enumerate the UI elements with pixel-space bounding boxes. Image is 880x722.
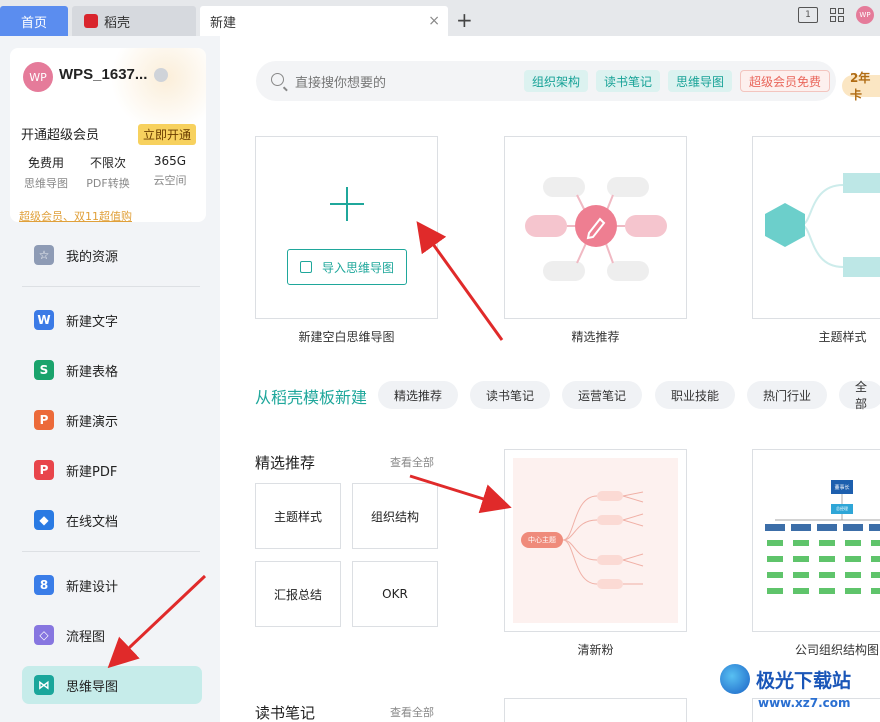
featured-view-all-link[interactable]: 查看全部 [390,454,434,470]
reading-template-card[interactable] [504,698,687,722]
star-icon: ☆ [34,245,54,265]
stat-mindmap: 免费用 思维导图 [24,156,68,190]
design-icon: 8 [34,575,54,595]
featured-card-caption: 精选推荐 [571,330,620,344]
search-chip-mindmap[interactable]: 思维导图 [668,70,733,92]
spreadsheet-icon: S [34,360,54,380]
pdf-icon: P [34,460,54,480]
watermark: 极光下载站 www.xz7.com [720,664,851,710]
vip-promo-link[interactable]: 超级会员、双11超值购 [19,208,132,222]
reading-heading: 读书笔记 [255,704,316,722]
user-name[interactable]: WPS_1637... [59,66,147,83]
avatar[interactable]: WP [23,62,53,92]
tab-new-label: 新建 [210,15,237,31]
org-chart-caption: 公司组织结构图 [795,643,880,657]
featured-item-theme[interactable]: 主题样式 [255,483,341,549]
main-content: 直接搜你想要的 组织架构 读书笔记 思维导图 超级会员免费 2年卡 导入思维导图… [220,36,880,722]
search-chip-vip[interactable]: 超级会员免费 [740,70,831,92]
theme-style-caption: 主题样式 [818,330,867,344]
import-mindmap-button[interactable]: 导入思维导图 [287,249,407,285]
open-vip-button[interactable]: 立即开通 [138,124,197,145]
sidebar-item-online-doc[interactable]: ◆ 在线文档 [22,501,202,539]
user-avatar-small[interactable]: WP [856,6,874,24]
stat-cloud: 365G 云空间 [153,154,187,187]
featured-item-org[interactable]: 组织结构 [352,483,438,549]
search-chip-reading[interactable]: 读书笔记 [596,70,661,92]
filter-pill-all[interactable]: 全部 [839,380,880,411]
import-icon [299,261,312,273]
blank-mindmap-card[interactable]: 导入思维导图 [255,136,438,319]
sidebar-item-new-design[interactable]: 8 新建设计 [22,566,202,604]
template-card-org-chart[interactable]: 董事长 总经理 [752,449,880,632]
org-chart-thumbnail: 董事长 总经理 [761,458,880,623]
sidebar-item-new-pdf[interactable]: P 新建PDF [22,451,202,489]
online-doc-icon: ◆ [34,510,54,530]
daoke-logo-icon [84,14,98,28]
sidebar-item-new-presentation[interactable]: P 新建演示 [22,401,202,439]
featured-item-okr[interactable]: OKR [352,561,438,627]
template-card-fresh-pink[interactable]: 中心主题 [504,449,687,632]
titlebar-controls: 1 WP [798,6,874,24]
center-topic-label: 中心主题 [528,536,556,544]
sidebar-item-my-resources[interactable]: ☆ 我的资源 [22,236,202,274]
view-mode-icon[interactable]: 1 [798,7,818,23]
tab-daoke[interactable]: 稻壳 [72,6,196,36]
search-bar[interactable]: 直接搜你想要的 组织架构 读书笔记 思维导图 超级会员免费 [256,61,836,101]
sidebar-item-mindmap[interactable]: ⋈ 思维导图 [22,666,202,704]
search-input[interactable]: 直接搜你想要的 [295,72,386,91]
filter-pill-skills[interactable]: 职业技能 [655,381,736,409]
add-tab-button[interactable]: + [456,8,473,32]
tab-home[interactable]: 首页 [0,6,68,36]
vip-badge-icon [154,68,168,82]
blank-mindmap-caption: 新建空白思维导图 [298,330,395,344]
featured-mindmap-illustration [525,177,667,281]
stat-pdf: 不限次 PDF转换 [86,156,130,190]
search-chip-org[interactable]: 组织架构 [524,70,589,92]
filter-pill-featured[interactable]: 精选推荐 [378,381,459,409]
theme-mindmap-illustration [765,173,880,277]
filter-pill-ops[interactable]: 运营笔记 [562,381,643,409]
sidebar-item-new-sheet[interactable]: S 新建表格 [22,351,202,389]
flowchart-icon: ◇ [34,625,54,645]
fresh-pink-thumbnail: 中心主题 [513,458,678,623]
user-card: WP WPS_1637... 开通超级会员 立即开通 免费用 思维导图 不限次 PD… [10,48,206,222]
presentation-icon: P [34,410,54,430]
featured-item-report[interactable]: 汇报总结 [255,561,341,627]
filter-pill-industry[interactable]: 热门行业 [747,381,828,409]
theme-style-card[interactable] [752,136,880,319]
filter-pill-reading[interactable]: 读书笔记 [470,381,551,409]
plus-icon [330,187,364,221]
featured-card[interactable] [504,136,687,319]
tab-bar: 首页 稻壳 新建 × + 1 WP [0,0,880,36]
tab-daoke-label: 稻壳 [104,15,131,31]
vip-label: 开通超级会员 [21,128,100,143]
grid-apps-icon[interactable] [830,8,844,22]
promo-badge[interactable]: 2年卡 [842,71,880,102]
mindmap-icon: ⋈ [34,675,54,695]
writer-icon: W [34,310,54,330]
tab-new[interactable]: 新建 × [200,6,448,36]
sidebar-item-flowchart[interactable]: ◇ 流程图 [22,616,202,654]
aurora-logo-icon [720,664,750,694]
fresh-pink-caption: 清新粉 [577,643,614,657]
template-section-title: 从稻壳模板新建 [255,388,368,407]
search-icon [271,73,284,86]
close-icon[interactable]: × [428,13,440,29]
reading-view-all-link[interactable]: 查看全部 [390,704,434,720]
sidebar: WP WPS_1637... 开通超级会员 立即开通 免费用 思维导图 不限次 PD… [0,36,220,722]
sidebar-item-new-text[interactable]: W 新建文字 [22,301,202,339]
featured-heading: 精选推荐 [255,454,316,472]
